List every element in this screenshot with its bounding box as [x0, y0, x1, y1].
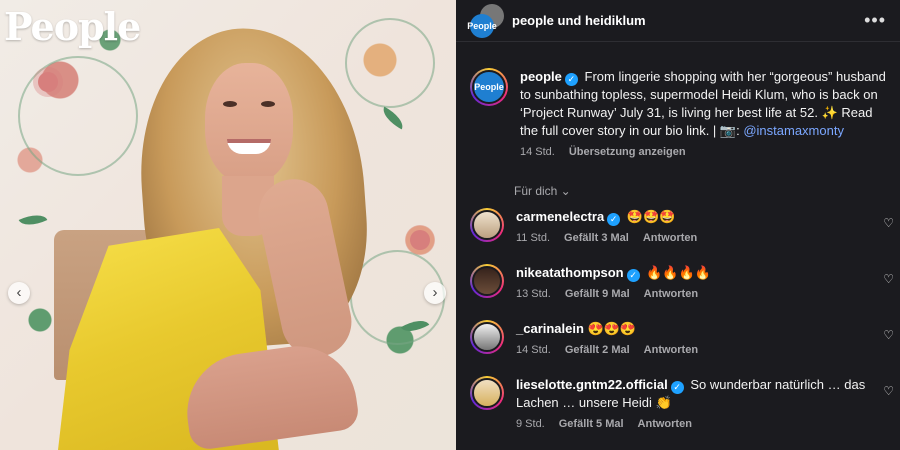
- wallpaper-leaf: [18, 209, 48, 231]
- comment-username[interactable]: nikeatathompson: [516, 265, 624, 280]
- comment-text: lieselotte.gntm22.official ✓ So wunderbar…: [516, 376, 868, 412]
- caption: People people ✓ From lingerie shopping wi…: [456, 42, 900, 166]
- for-you-filter[interactable]: Für dich ⌄: [456, 166, 900, 198]
- comment-likes[interactable]: Gefällt 3 Mal: [564, 232, 629, 244]
- comment-item: lieselotte.gntm22.official ✓ So wunderbar…: [456, 366, 900, 430]
- comment-username[interactable]: _carinalein: [516, 321, 584, 336]
- comment-meta: 14 Std. Gefällt 2 Mal Antworten: [516, 344, 868, 356]
- wallpaper-vine: [18, 56, 138, 176]
- comment-meta: 11 Std. Gefällt 3 Mal Antworten: [516, 232, 868, 244]
- heart-icon[interactable]: ♡: [883, 384, 894, 398]
- header-avatars[interactable]: People: [467, 3, 504, 38]
- reply-link[interactable]: Antworten: [643, 232, 697, 244]
- wallpaper-leaf: [378, 106, 408, 130]
- wallpaper-vine: [345, 18, 435, 108]
- comment-text: _carinalein 😍😍😍: [516, 320, 868, 338]
- heart-icon[interactable]: ♡: [883, 272, 894, 286]
- heart-icon[interactable]: ♡: [883, 328, 894, 342]
- verified-badge-icon: ✓: [670, 380, 684, 394]
- caption-meta: 14 Std. Übersetzung anzeigen: [520, 146, 886, 158]
- comment-username[interactable]: carmenelectra: [516, 209, 604, 224]
- comment-likes[interactable]: Gefällt 9 Mal: [565, 288, 630, 300]
- reply-link[interactable]: Antworten: [644, 344, 698, 356]
- model-eye: [223, 101, 237, 107]
- more-icon[interactable]: •••: [864, 10, 886, 31]
- chevron-right-icon[interactable]: ›: [424, 282, 446, 304]
- comment-likes[interactable]: Gefällt 2 Mal: [565, 344, 630, 356]
- comment-time: 14 Std.: [516, 344, 551, 356]
- caption-text: people ✓ From lingerie shopping with her …: [520, 68, 886, 140]
- caption-avatar[interactable]: People: [470, 68, 508, 106]
- comment-avatar[interactable]: [470, 376, 504, 410]
- comment-time: 9 Std.: [516, 418, 545, 430]
- model-face: [205, 63, 293, 183]
- comment-time: 11 Std.: [516, 232, 551, 244]
- people-avatar: People: [467, 13, 497, 38]
- comment-meta: 13 Std. Gefällt 9 Mal Antworten: [516, 288, 868, 300]
- comment-text: nikeatathompson ✓ 🔥🔥🔥🔥: [516, 264, 868, 282]
- model-smile: [227, 139, 271, 154]
- post-header: People people und heidiklum •••: [456, 0, 900, 42]
- comment-avatar[interactable]: [470, 320, 504, 354]
- comment-content: 🔥🔥🔥🔥: [646, 265, 711, 280]
- comment-avatar-image: [472, 266, 502, 296]
- verified-badge-icon: ✓: [564, 72, 578, 86]
- chevron-left-icon[interactable]: ‹: [8, 282, 30, 304]
- comment-avatar[interactable]: [470, 264, 504, 298]
- caption-mention[interactable]: @instamaxmonty: [743, 123, 844, 138]
- comment-content: 😍😍😍: [587, 321, 637, 336]
- post-image[interactable]: People ‹ ›: [0, 0, 456, 450]
- comment-item: _carinalein 😍😍😍 14 Std. Gefällt 2 Mal An…: [456, 310, 900, 356]
- translate-link[interactable]: Übersetzung anzeigen: [569, 146, 686, 158]
- heart-icon[interactable]: ♡: [883, 216, 894, 230]
- comment-username[interactable]: lieselotte.gntm22.official: [516, 377, 668, 392]
- post-panel: People people und heidiklum ••• People p…: [456, 0, 900, 450]
- comment-avatar-image: [472, 378, 502, 408]
- comment-item: carmenelectra ✓ 🤩🤩🤩 11 Std. Gefällt 3 Mal…: [456, 198, 900, 244]
- header-title[interactable]: people und heidiklum: [512, 13, 646, 28]
- comment-meta: 9 Std. Gefällt 5 Mal Antworten: [516, 418, 868, 430]
- wallpaper-flower: [38, 72, 58, 92]
- comment-content: 🤩🤩🤩: [626, 209, 676, 224]
- comment-text: carmenelectra ✓ 🤩🤩🤩: [516, 208, 868, 226]
- comment-likes[interactable]: Gefällt 5 Mal: [559, 418, 624, 430]
- people-avatar-inner: People: [472, 70, 506, 104]
- reply-link[interactable]: Antworten: [638, 418, 692, 430]
- comment-avatar[interactable]: [470, 208, 504, 242]
- comment-avatar-image: [472, 210, 502, 240]
- brand-logo: People: [4, 4, 141, 49]
- reply-link[interactable]: Antworten: [644, 288, 698, 300]
- verified-badge-icon: ✓: [607, 212, 621, 226]
- comment-item: nikeatathompson ✓ 🔥🔥🔥🔥 13 Std. Gefällt 9 …: [456, 254, 900, 300]
- caption-time: 14 Std.: [520, 146, 555, 158]
- verified-badge-icon: ✓: [626, 268, 640, 282]
- model-eye: [261, 101, 275, 107]
- caption-username[interactable]: people: [520, 69, 562, 84]
- comment-time: 13 Std.: [516, 288, 551, 300]
- wallpaper-flower: [410, 230, 430, 250]
- comment-avatar-image: [472, 322, 502, 352]
